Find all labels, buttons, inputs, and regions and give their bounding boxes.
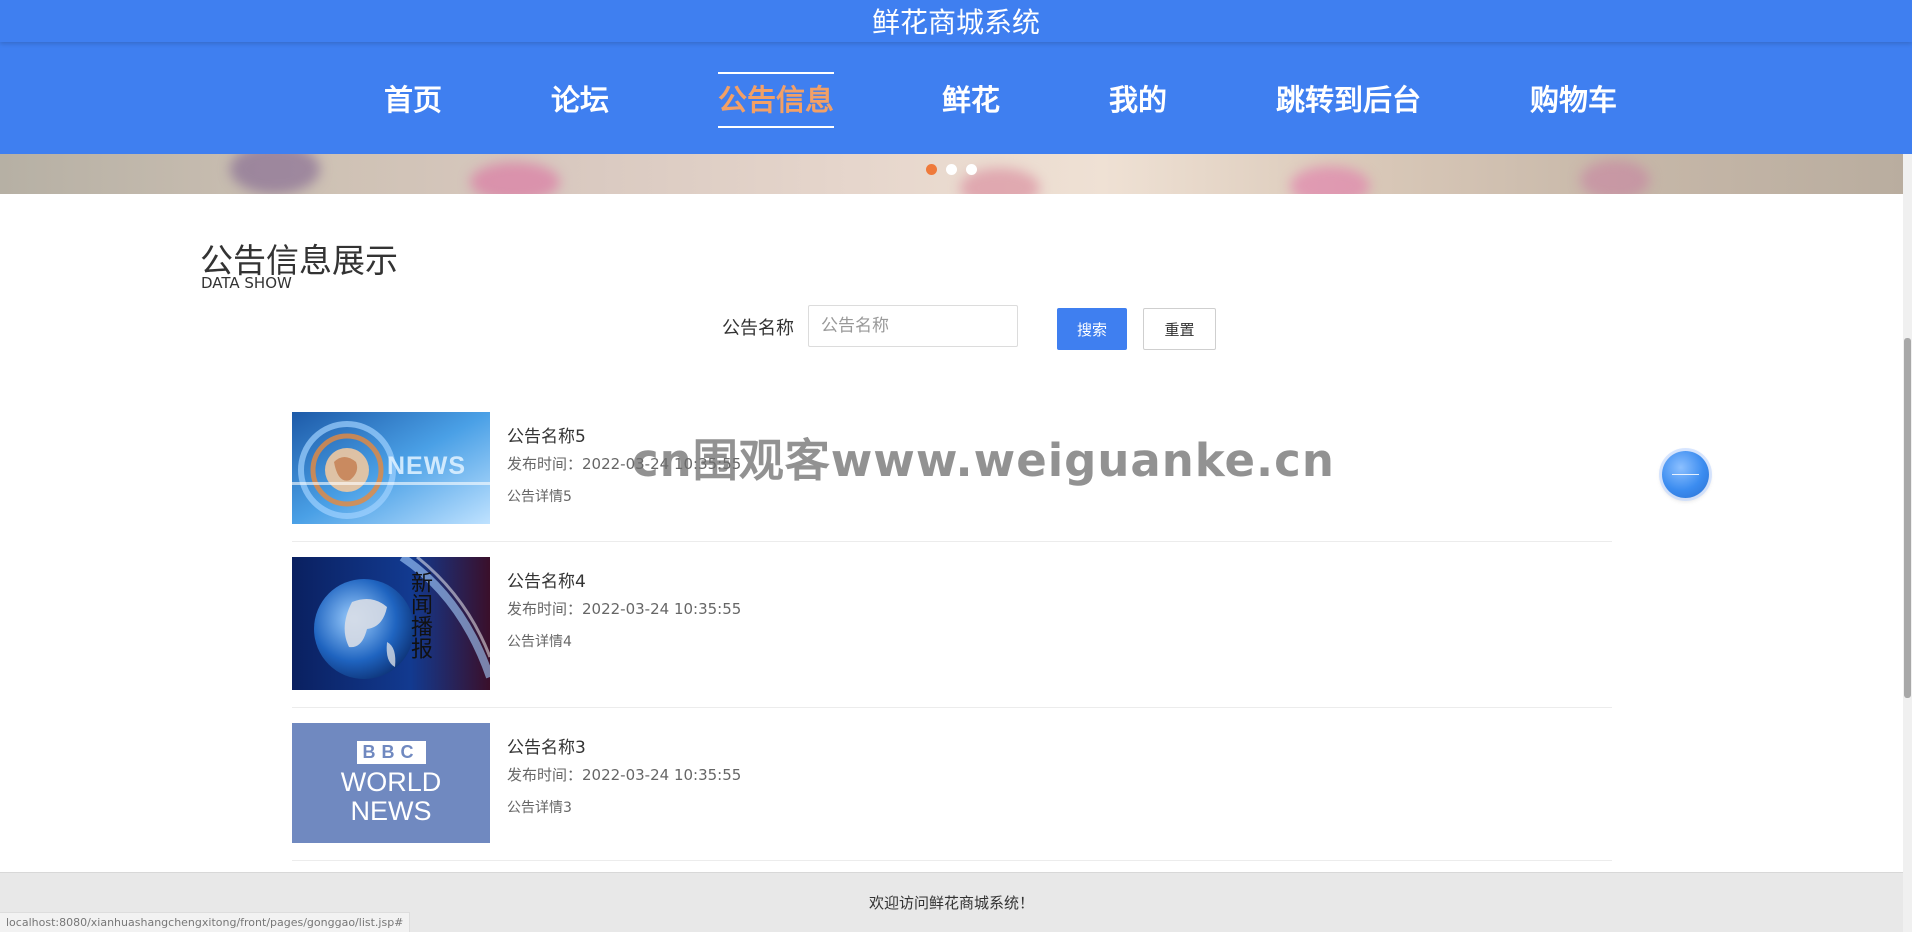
banner-decoration	[230, 154, 320, 194]
nav-item-announcements[interactable]: 公告信息	[718, 72, 835, 128]
carousel-dot-1[interactable]	[926, 164, 937, 175]
search-button[interactable]: 搜索	[1057, 308, 1127, 350]
carousel-indicators	[926, 164, 977, 175]
banner-decoration	[1290, 166, 1370, 194]
nav-item-flowers[interactable]: 鲜花	[942, 72, 1000, 128]
status-bar-url: localhost:8080/xianhuashangchengxitong/f…	[0, 912, 411, 932]
nav-item-mine[interactable]: 我的	[1109, 72, 1167, 128]
page-subtitle: DATA SHOW	[201, 274, 292, 292]
reset-button[interactable]: 重置	[1143, 308, 1216, 350]
scrollbar-thumb[interactable]	[1904, 338, 1911, 698]
nav-item-home[interactable]: 首页	[384, 72, 442, 128]
nav-item-admin[interactable]: 跳转到后台	[1276, 72, 1421, 128]
footer-text: 欢迎访问鲜花商城系统！	[868, 894, 1034, 912]
app-title: 鲜花商城系统	[871, 6, 1040, 39]
list-item-thumbnail[interactable]: 新闻播报	[292, 557, 490, 690]
item-detail: 公告详情5	[507, 489, 572, 505]
nav-item-cart[interactable]: 购物车	[1530, 72, 1617, 128]
thumbnail-text: NEWS	[350, 796, 432, 826]
app-title-bar: 鲜花商城系统	[0, 0, 1912, 42]
item-time: 发布时间：2022-03-24 10:35:55	[507, 766, 742, 784]
thumbnail-text: 新闻播报	[407, 571, 432, 659]
carousel-dot-2[interactable]	[946, 164, 957, 175]
list-item-thumbnail[interactable]: NEWS	[292, 412, 490, 524]
item-detail: 公告详情4	[507, 634, 572, 650]
nav-item-forum[interactable]: 论坛	[551, 72, 609, 128]
search-input[interactable]	[808, 305, 1018, 347]
banner-carousel	[0, 154, 1903, 194]
bbc-logo-wrap: BBC	[292, 741, 490, 764]
banner-decoration	[1580, 160, 1650, 194]
thumbnail-text: NEWS	[387, 452, 466, 480]
banner-decoration	[470, 162, 560, 194]
floating-action-button[interactable]	[1662, 451, 1709, 498]
item-title[interactable]: 公告名称4	[507, 567, 586, 592]
search-label: 公告名称	[722, 318, 794, 339]
globe-thumbnail-image	[292, 557, 490, 690]
bbc-logo-text: BBC	[356, 741, 426, 764]
list-item-thumbnail[interactable]: BBC WORLD NEWS	[292, 723, 490, 843]
item-detail: 公告详情3	[507, 800, 572, 816]
list-item[interactable]: 新闻播报 公告名称4 发布时间：2022-03-24 10:35:55 公告详情…	[292, 557, 1612, 708]
list-item[interactable]: BBC WORLD NEWS 公告名称3 发布时间：2022-03-24 10:…	[292, 723, 1612, 861]
carousel-dot-3[interactable]	[966, 164, 977, 175]
thumbnail-text: WORLD	[340, 767, 442, 797]
item-title[interactable]: 公告名称5	[507, 422, 586, 447]
item-title[interactable]: 公告名称3	[507, 733, 586, 758]
watermark-text: cn围观客www.weiguanke.cn	[632, 434, 1335, 487]
item-time: 发布时间：2022-03-24 10:35:55	[507, 600, 742, 618]
main-nav: 首页 论坛 公告信息 鲜花 我的 跳转到后台 购物车	[0, 42, 1912, 154]
